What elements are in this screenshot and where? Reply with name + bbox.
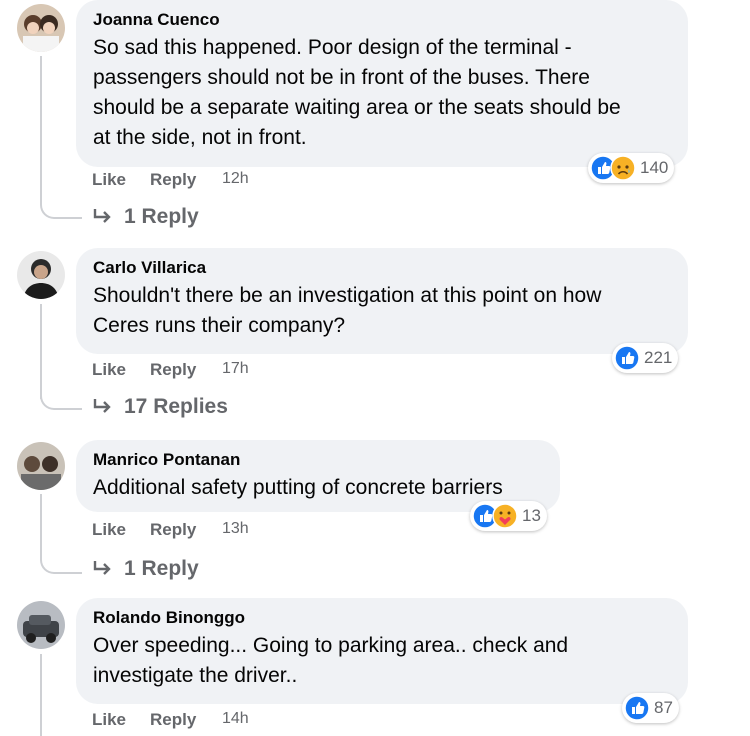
like-icon <box>624 695 650 721</box>
comment-author[interactable]: Carlo Villarica <box>93 258 670 278</box>
like-button[interactable]: Like <box>92 520 150 540</box>
comment-carlo-villarica: Carlo Villarica Shouldn't there be an in… <box>0 248 750 428</box>
replies-count: 17 Replies <box>124 395 228 418</box>
comment-text: So sad this happened. Poor design of the… <box>93 36 621 149</box>
thread-line <box>40 494 42 554</box>
thread-line <box>40 197 82 219</box>
comment-text: Additional safety putting of concrete ba… <box>93 476 503 499</box>
reaction-summary[interactable]: 87 <box>622 693 679 723</box>
reply-button[interactable]: Reply <box>150 170 222 190</box>
reply-button[interactable]: Reply <box>150 520 222 540</box>
timestamp[interactable]: 13h <box>222 520 249 540</box>
avatar[interactable] <box>17 601 65 649</box>
avatar[interactable] <box>17 251 65 299</box>
reaction-summary[interactable]: 221 <box>612 343 679 373</box>
timestamp[interactable]: 14h <box>222 710 249 730</box>
sad-icon <box>610 155 636 181</box>
replies-count: 1 Reply <box>124 205 199 228</box>
reaction-summary[interactable]: 140 <box>588 153 675 183</box>
reaction-summary[interactable]: 13 <box>470 501 547 531</box>
comment-joanna-cuenco: Joanna Cuenco So sad this happened. Poor… <box>0 0 750 240</box>
thread-line <box>40 388 82 410</box>
reaction-count: 140 <box>640 158 669 177</box>
comment-bubble: Carlo Villarica Shouldn't there be an in… <box>76 248 688 354</box>
reply-button[interactable]: Reply <box>150 710 222 730</box>
reply-arrow-icon <box>93 561 111 575</box>
comment-actions: Like Reply 13h <box>92 520 249 540</box>
reaction-count: 221 <box>644 348 673 367</box>
thread-line <box>40 304 42 399</box>
comment-text: Shouldn't there be an investigation at t… <box>93 284 602 337</box>
comment-actions: Like Reply 12h <box>92 170 249 190</box>
reply-arrow-icon <box>93 209 111 223</box>
comment-actions: Like Reply 14h <box>92 710 249 730</box>
like-button[interactable]: Like <box>92 360 150 380</box>
thread-line <box>40 654 42 736</box>
comment-bubble: Rolando Binonggo Over speeding... Going … <box>76 598 688 704</box>
comment-author[interactable]: Rolando Binonggo <box>93 608 670 628</box>
timestamp[interactable]: 17h <box>222 360 249 380</box>
like-icon <box>614 345 640 371</box>
comment-rolando-binonggo: Rolando Binonggo Over speeding... Going … <box>0 598 750 736</box>
like-button[interactable]: Like <box>92 170 150 190</box>
reaction-count: 13 <box>522 506 541 525</box>
comment-actions: Like Reply 17h <box>92 360 249 380</box>
view-replies-button[interactable]: 17 Replies <box>92 395 228 419</box>
timestamp[interactable]: 12h <box>222 170 249 190</box>
comment-bubble: Joanna Cuenco So sad this happened. Poor… <box>76 0 688 167</box>
comment-text: Over speeding... Going to parking area..… <box>93 634 569 687</box>
comment-author[interactable]: Joanna Cuenco <box>93 10 670 30</box>
like-button[interactable]: Like <box>92 710 150 730</box>
care-icon <box>492 503 518 529</box>
reaction-count: 87 <box>654 698 673 717</box>
thread-line <box>40 552 82 574</box>
reply-button[interactable]: Reply <box>150 360 222 380</box>
reply-arrow-icon <box>93 399 111 413</box>
avatar[interactable] <box>17 4 65 52</box>
replies-count: 1 Reply <box>124 557 199 580</box>
comment-author[interactable]: Manrico Pontanan <box>93 450 542 470</box>
view-replies-button[interactable]: 1 Reply <box>92 557 199 581</box>
thread-line <box>40 56 42 199</box>
view-replies-button[interactable]: 1 Reply <box>92 205 199 229</box>
avatar[interactable] <box>17 442 65 490</box>
comment-manrico-pontanan: Manrico Pontanan Additional safety putti… <box>0 440 750 590</box>
